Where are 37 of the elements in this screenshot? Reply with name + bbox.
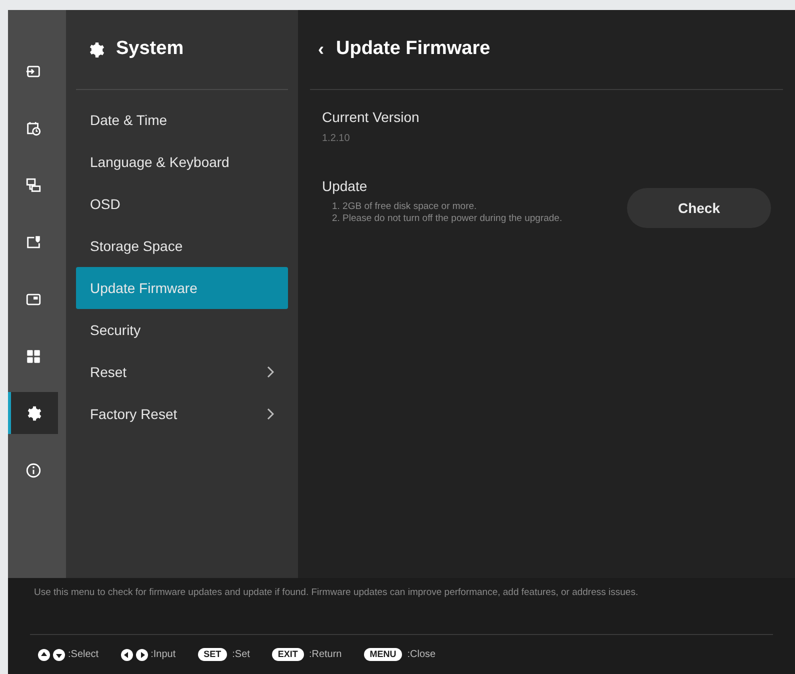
menu-item[interactable]: Reset xyxy=(76,351,288,393)
page-title: Update Firmware xyxy=(336,37,490,62)
menu-item[interactable]: Security xyxy=(76,309,288,351)
check-button[interactable]: Check xyxy=(627,188,771,228)
hint-label: :Close xyxy=(407,648,436,662)
arrow-key-icon xyxy=(120,648,133,660)
key-badge: MENU xyxy=(364,648,402,661)
arrow-key-icon xyxy=(38,648,50,660)
arrow-key-icon xyxy=(53,648,65,660)
apps-icon xyxy=(24,348,42,364)
hint-label: :Set xyxy=(232,648,250,662)
monitors-icon xyxy=(24,176,42,194)
menu-item[interactable]: Storage Space xyxy=(76,225,288,267)
settings-icon xyxy=(88,40,106,58)
rail-tab[interactable] xyxy=(8,392,58,434)
key-badge: SET xyxy=(198,648,228,661)
note-text: 1. 2GB of free disk space or more. xyxy=(332,201,478,213)
menu-item[interactable]: OSD xyxy=(76,183,288,225)
help-description: Use this menu to check for firmware updates and update if found. Firmware updates can improve performance, add features, or address issues. xyxy=(33,586,640,600)
back-button[interactable]: ‹ xyxy=(318,36,324,63)
menu-item[interactable]: Date & Time xyxy=(76,99,288,141)
hint-label: :Select xyxy=(68,648,99,662)
version-value: 1.2.10 xyxy=(322,132,351,146)
note-text: 2. Please do not turn off the power during the upgrade. xyxy=(332,213,564,225)
calendar-clock-icon xyxy=(24,120,42,136)
menu-item[interactable]: Factory Reset xyxy=(76,393,288,435)
arrow-key-icon xyxy=(136,648,148,660)
settings-icon xyxy=(26,404,43,422)
key-badge: EXIT xyxy=(272,648,304,661)
field-label: Update xyxy=(322,177,368,196)
screen-shield-icon xyxy=(24,234,42,250)
hint-label: :Input xyxy=(150,648,176,662)
menu-item[interactable]: Language & Keyboard xyxy=(76,141,288,183)
info-icon xyxy=(24,462,42,478)
hint-label: :Return xyxy=(308,648,342,662)
menu-title: System xyxy=(116,37,184,62)
field-label: Current Version xyxy=(322,108,420,127)
